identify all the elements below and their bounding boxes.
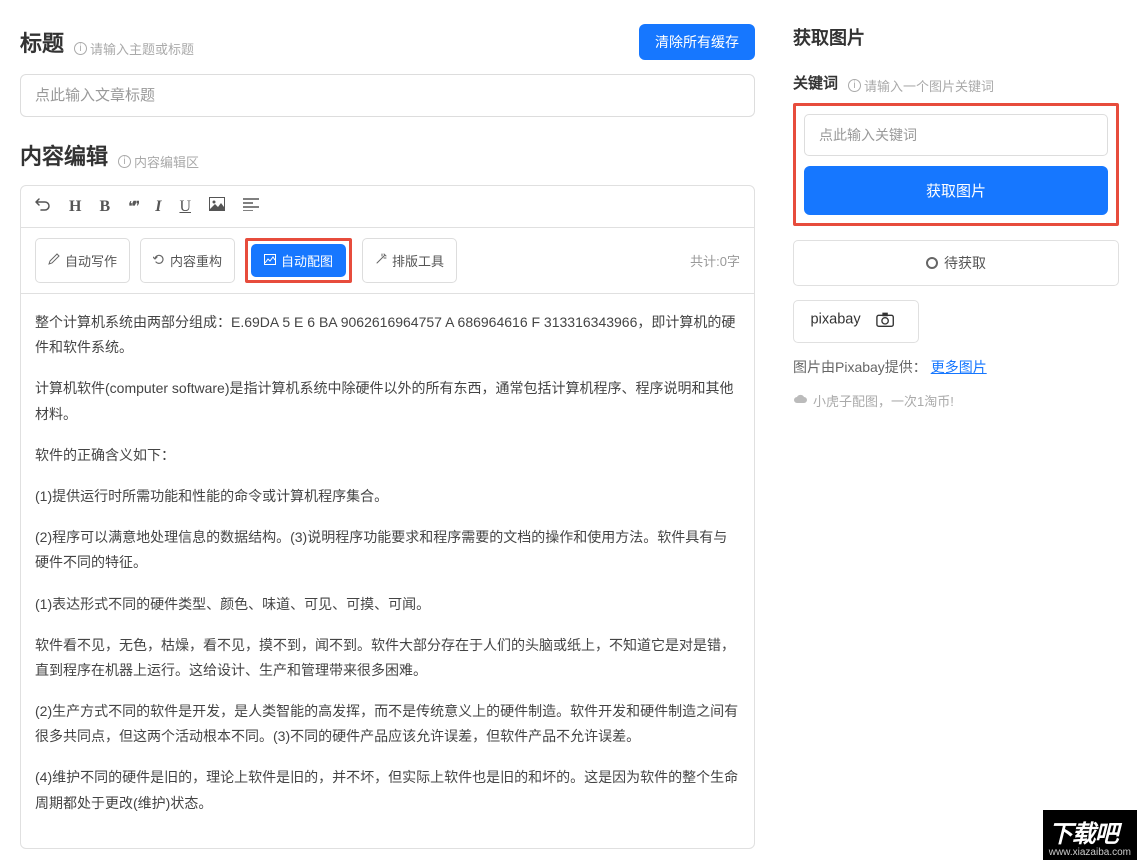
format-toolbar: H B ❝❞ I U xyxy=(21,186,754,228)
keyword-highlight-box: 获取图片 xyxy=(793,103,1119,226)
content-paragraph: 软件的正确含义如下： xyxy=(35,443,740,468)
quote-icon[interactable]: ❝❞ xyxy=(128,198,137,215)
main-panel: 标题 i 请输入主题或标题 清除所有缓存 内容编辑 i 内容编辑区 xyxy=(0,0,775,860)
watermark-text: 下载吧 xyxy=(1049,814,1131,849)
content-edit-label: 内容编辑 xyxy=(20,139,108,171)
content-paragraph: (1)表达形式不同的硬件类型、颜色、味道、可见、可摸、可闻。 xyxy=(35,592,740,617)
circle-icon xyxy=(926,257,938,269)
more-images-link[interactable]: 更多图片 xyxy=(931,359,987,375)
undo-icon[interactable] xyxy=(35,196,51,217)
pending-status: 待获取 xyxy=(793,240,1119,286)
info-icon: i xyxy=(118,155,131,168)
bold-icon[interactable]: B xyxy=(99,198,110,216)
title-label: 标题 xyxy=(20,26,64,58)
refresh-icon xyxy=(153,253,165,268)
title-hint: i 请输入主题或标题 xyxy=(74,39,194,58)
keyword-hint: i 请输入一个图片关键词 xyxy=(848,76,994,95)
heading-icon[interactable]: H xyxy=(69,198,81,216)
info-icon: i xyxy=(848,79,861,92)
layout-tool-button[interactable]: 排版工具 xyxy=(362,238,457,283)
keyword-input[interactable] xyxy=(804,114,1108,156)
align-left-icon[interactable] xyxy=(243,197,259,216)
content-paragraph: (4)维护不同的硬件是旧的，理论上软件是旧的，并不坏，但实际上软件也是旧的和坏的… xyxy=(35,765,740,815)
keyword-label: 关键词 xyxy=(793,72,838,93)
side-title: 获取图片 xyxy=(793,24,1119,50)
content-paragraph: 计算机软件(computer software)是指计算机系统中除硬件以外的所有… xyxy=(35,376,740,426)
action-toolbar: 自动写作 内容重构 自动配图 xyxy=(21,228,754,294)
content-paragraph: (2)程序可以满意地处理信息的数据结构。(3)说明程序功能要求和程序需要的文档的… xyxy=(35,525,740,575)
content-body[interactable]: 整个计算机系统由两部分组成：E.69DA 5 E 6 BA 9062616964… xyxy=(21,294,754,848)
content-paragraph: (2)生产方式不同的软件是开发，是人类智能的高发挥，而不是传统意义上的硬件制造。… xyxy=(35,699,740,749)
side-panel: 获取图片 关键词 i 请输入一个图片关键词 获取图片 待获取 pixabay xyxy=(775,0,1137,860)
pencil-icon xyxy=(48,253,60,268)
content-edit-hint: i 内容编辑区 xyxy=(118,152,199,171)
image-icon[interactable] xyxy=(209,197,225,216)
title-section-header: 标题 i 请输入主题或标题 清除所有缓存 xyxy=(20,24,755,60)
wand-icon xyxy=(375,253,387,268)
content-paragraph: 整个计算机系统由两部分组成：E.69DA 5 E 6 BA 9062616964… xyxy=(35,310,740,360)
content-paragraph: 软件看不见，无色，枯燥，看不见，摸不到，闻不到。软件大部分存在于人们的头脑或纸上… xyxy=(35,633,740,683)
info-icon: i xyxy=(74,42,87,55)
provider-text: 图片由Pixabay提供： 更多图片 xyxy=(793,357,1119,377)
content-paragraph: (1)提供运行时所需功能和性能的命令或计算机程序集合。 xyxy=(35,484,740,509)
clear-cache-button[interactable]: 清除所有缓存 xyxy=(639,24,755,60)
cloud-icon xyxy=(793,393,808,408)
watermark: 下载吧 www.xiazaiba.com xyxy=(1043,810,1137,860)
title-input[interactable] xyxy=(20,74,755,117)
char-count: 共计:0字 xyxy=(690,251,740,270)
picture-icon xyxy=(264,253,276,268)
editor: H B ❝❞ I U 自动写作 xyxy=(20,185,755,849)
auto-image-button[interactable]: 自动配图 xyxy=(251,244,346,277)
auto-image-highlight: 自动配图 xyxy=(245,238,352,283)
restructure-button[interactable]: 内容重构 xyxy=(140,238,235,283)
italic-icon[interactable]: I xyxy=(155,198,161,216)
fetch-image-button[interactable]: 获取图片 xyxy=(804,166,1108,215)
underline-icon[interactable]: U xyxy=(179,198,191,216)
auto-write-button[interactable]: 自动写作 xyxy=(35,238,130,283)
svg-text:pixabay: pixabay xyxy=(811,312,862,328)
footer-note: 小虎子配图，一次1淘币! xyxy=(793,391,1119,410)
watermark-url: www.xiazaiba.com xyxy=(1049,847,1131,858)
pixabay-logo: pixabay xyxy=(793,300,919,343)
